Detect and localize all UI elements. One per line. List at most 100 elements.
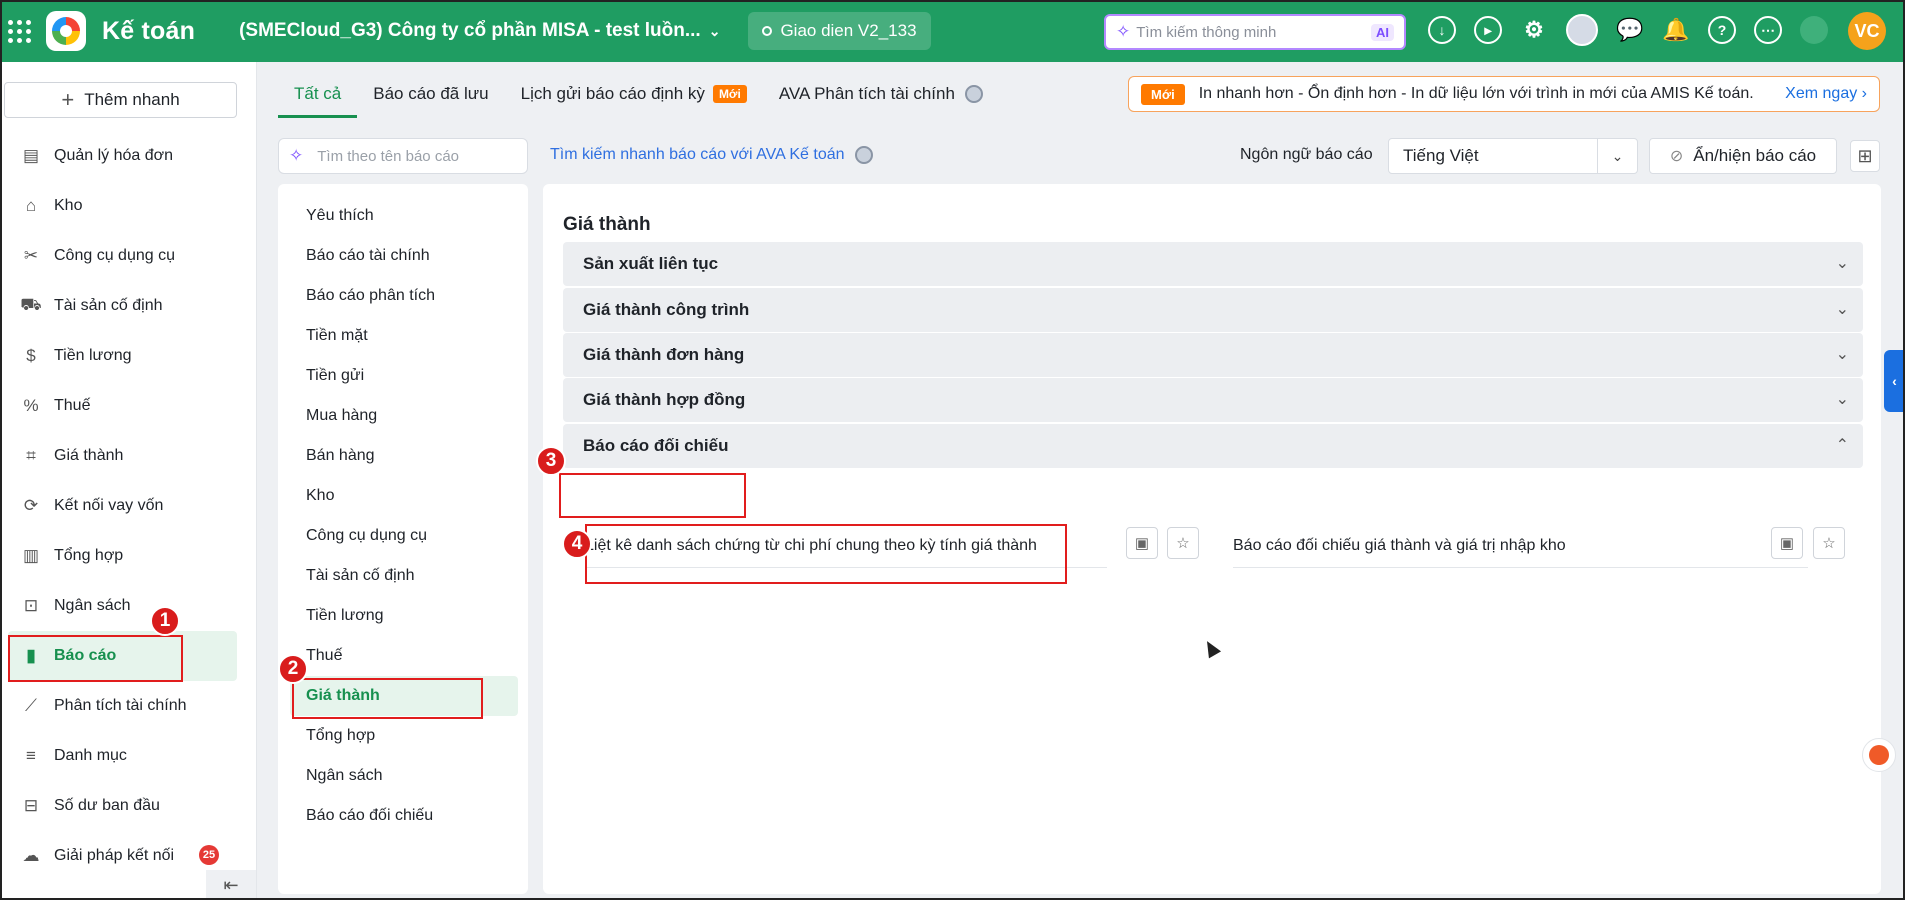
quick-add-button[interactable]: + Thêm nhanh bbox=[4, 82, 237, 118]
dollar-icon: $ bbox=[26, 346, 36, 365]
tab-label: Báo cáo đã lưu bbox=[373, 84, 489, 103]
help-icon[interactable]: ? bbox=[1708, 16, 1736, 44]
promo-link[interactable]: Xem ngay › bbox=[1785, 85, 1867, 103]
report-item[interactable]: Liệt kê danh sách chứng từ chi phí chung… bbox=[585, 524, 1107, 568]
collapse-sidebar-icon[interactable]: ⇤ bbox=[206, 870, 256, 900]
sidebar-item[interactable]: ✂ Công cụ dụng cụ bbox=[0, 231, 257, 281]
chevron-down-icon: ⌄ bbox=[1835, 346, 1849, 363]
report-group[interactable]: Giá thành công trình ⌄ bbox=[563, 288, 1863, 332]
star-icon[interactable]: ☆ bbox=[1167, 527, 1199, 559]
download-icon[interactable]: ↓ bbox=[1428, 16, 1456, 44]
sidebar-nav: ▤ Quản lý hóa đơn ⌂ Kho ✂ Công cụ dụng cụ ⛟ Tài… bbox=[0, 131, 257, 881]
sidebar-item[interactable]: ⊡ Ngân sách bbox=[0, 581, 257, 631]
category-item[interactable]: Yêu thích bbox=[278, 196, 528, 236]
toggle-reports-button[interactable]: ⊘ Ẩn/hiện báo cáo bbox=[1649, 138, 1837, 174]
language-select[interactable]: Tiếng Việt ⌄ bbox=[1388, 138, 1638, 174]
category-item[interactable]: Thuế bbox=[278, 636, 528, 676]
tax-icon: % bbox=[23, 396, 39, 415]
category-item[interactable]: Tiền gửi bbox=[278, 356, 528, 396]
add-panel-icon[interactable]: ⊞ bbox=[1850, 140, 1880, 172]
tab[interactable]: AVA Phân tích tài chính bbox=[763, 70, 999, 118]
ava-avatar[interactable] bbox=[1566, 14, 1598, 46]
app-grid-icon[interactable] bbox=[6, 18, 32, 44]
ai-badge: AI bbox=[1371, 23, 1394, 41]
sidebar-item-label: Giải pháp kết nối bbox=[54, 847, 175, 864]
sparkle-search-icon: ✧ bbox=[289, 146, 304, 165]
category-item[interactable]: Tiền mặt bbox=[278, 316, 528, 356]
new-tag: Mới bbox=[712, 85, 747, 103]
image-preview-icon[interactable]: ▣ bbox=[1126, 527, 1158, 559]
sidebar-item[interactable]: $ Tiền lương bbox=[0, 331, 257, 381]
sidebar-item[interactable]: ▮ Báo cáo bbox=[8, 631, 237, 681]
category-item[interactable]: Giá thành bbox=[290, 676, 518, 716]
sidebar-item[interactable]: ≡ Danh mục bbox=[0, 731, 257, 781]
sidebar-item-label: Số dư ban đầu bbox=[54, 797, 160, 814]
tab[interactable]: Lịch gửi báo cáo định kỳ Mới bbox=[505, 70, 763, 118]
promo-text: In nhanh hơn - Ổn định hơn - In dữ liệu … bbox=[1198, 85, 1754, 102]
report-search-input[interactable]: ✧ Tìm theo tên báo cáo bbox=[278, 138, 528, 174]
play-icon[interactable]: ▸ bbox=[1474, 16, 1502, 44]
book-icon: ▥ bbox=[22, 546, 40, 565]
new-tag: Mới bbox=[1141, 83, 1185, 105]
connect-icon: ☁ bbox=[22, 846, 40, 865]
ui-version-badge[interactable]: Giao dien V2_133 bbox=[748, 12, 931, 50]
ava-search-link[interactable]: Tìm kiếm nhanh báo cáo với AVA Kế toán bbox=[550, 146, 873, 164]
analytics-icon: ⟋ bbox=[25, 696, 37, 715]
category-item[interactable]: Tiền lương bbox=[278, 596, 528, 636]
report-group[interactable]: Báo cáo đối chiếu ⌃ bbox=[563, 424, 1863, 468]
more-icon[interactable]: ⋯ bbox=[1754, 16, 1782, 44]
report-group[interactable]: Giá thành hợp đồng ⌄ bbox=[563, 378, 1863, 422]
sidebar-item[interactable]: ⛟ Tài sản cố định bbox=[0, 281, 257, 331]
search-placeholder: Tìm theo tên báo cáo bbox=[317, 147, 460, 165]
sidebar-item[interactable]: ⊟ Số dư ban đầu bbox=[0, 781, 257, 831]
category-item[interactable]: Tài sản cố định bbox=[278, 556, 528, 596]
settings-icon[interactable]: ⚙ bbox=[1520, 16, 1548, 44]
company-name: (SMECloud_G3) Công ty cổ phần MISA - tes… bbox=[239, 20, 701, 41]
plus-icon: + bbox=[61, 87, 75, 112]
report-tabs: Tất cả Báo cáo đã lưu Lịch gửi báo cáo địn… bbox=[278, 70, 999, 118]
category-item[interactable]: Báo cáo phân tích bbox=[278, 276, 528, 316]
category-item[interactable]: Báo cáo tài chính bbox=[278, 236, 528, 276]
tab-label: Lịch gửi báo cáo định kỳ bbox=[520, 84, 705, 103]
chevron-left-icon[interactable]: ‹ bbox=[1884, 350, 1905, 412]
category-item[interactable]: Công cụ dụng cụ bbox=[278, 516, 528, 556]
report-group-label: Giá thành hợp đồng bbox=[583, 390, 746, 409]
user-icon[interactable] bbox=[1800, 16, 1828, 44]
category-item[interactable]: Ngân sách bbox=[278, 756, 528, 796]
ui-version-label: Giao dien V2_133 bbox=[780, 21, 917, 40]
misa-logo bbox=[46, 11, 86, 51]
category-item[interactable]: Kho bbox=[278, 476, 528, 516]
report-item[interactable]: Báo cáo đối chiếu giá thành và giá trị n… bbox=[1233, 524, 1808, 568]
sidebar-item[interactable]: ▥ Tổng hợp bbox=[0, 531, 257, 581]
tab[interactable]: Báo cáo đã lưu bbox=[357, 70, 504, 118]
bell-icon[interactable]: 🔔 bbox=[1662, 16, 1690, 44]
report-group[interactable]: Sản xuất liên tục ⌄ bbox=[563, 242, 1863, 286]
sidebar-item-label: Phân tích tài chính bbox=[54, 697, 187, 714]
sidebar-item[interactable]: ⌂ Kho bbox=[0, 181, 257, 231]
user-avatar[interactable]: VC bbox=[1848, 12, 1886, 50]
category-item[interactable]: Mua hàng bbox=[278, 396, 528, 436]
star-icon[interactable]: ☆ bbox=[1813, 527, 1845, 559]
car-icon: ⛟ bbox=[20, 295, 42, 314]
sidebar-item[interactable]: ⟳ Kết nối vay vốn bbox=[0, 481, 257, 531]
category-item[interactable]: Bán hàng bbox=[278, 436, 528, 476]
company-selector[interactable]: (SMECloud_G3) Công ty cổ phần MISA - tes… bbox=[239, 20, 720, 42]
sidebar-item[interactable]: ⟋ Phân tích tài chính bbox=[0, 681, 257, 731]
loan-icon: ⟳ bbox=[23, 496, 39, 515]
smart-search-input[interactable]: ✧ Tìm kiếm thông minh AI bbox=[1104, 14, 1406, 50]
smart-search-placeholder: Tìm kiếm thông minh bbox=[1136, 23, 1277, 41]
sidebar-item-label: Tiền lương bbox=[54, 347, 132, 364]
toggle-reports-label: Ẩn/hiện báo cáo bbox=[1693, 146, 1817, 165]
sidebar-item[interactable]: % Thuế bbox=[0, 381, 257, 431]
ai-assistant-icon[interactable] bbox=[1862, 738, 1896, 772]
category-item[interactable]: Báo cáo đối chiếu bbox=[278, 796, 528, 836]
warehouse-icon: ⌂ bbox=[25, 196, 37, 215]
ava-avatar-icon bbox=[964, 85, 983, 103]
sidebar-item[interactable]: ⌗ Giá thành bbox=[0, 431, 257, 481]
category-item[interactable]: Tổng hợp bbox=[278, 716, 528, 756]
chat-icon[interactable]: 💬 bbox=[1616, 16, 1644, 44]
image-preview-icon[interactable]: ▣ bbox=[1771, 527, 1803, 559]
report-group[interactable]: Giá thành đơn hàng ⌄ bbox=[563, 333, 1863, 377]
sidebar-item[interactable]: ▤ Quản lý hóa đơn bbox=[0, 131, 257, 181]
tab[interactable]: Tất cả bbox=[278, 70, 358, 118]
